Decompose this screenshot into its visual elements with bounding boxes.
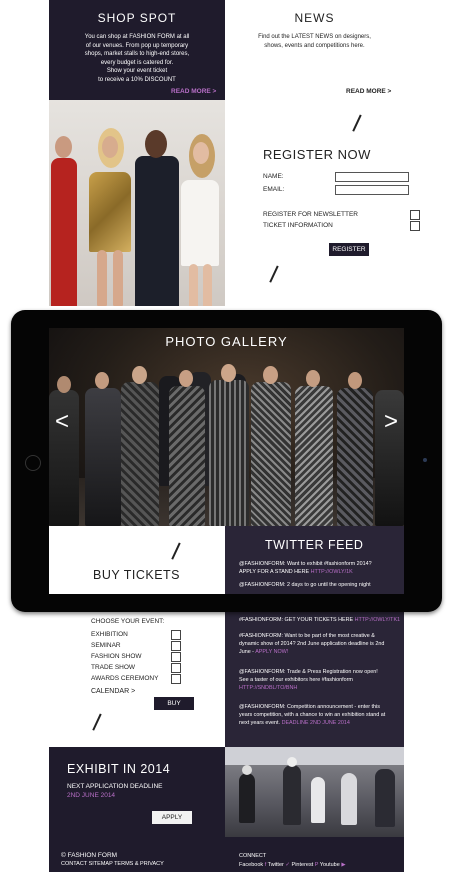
name-label: NAME: <box>263 173 284 180</box>
youtube-link[interactable]: Youtube <box>320 862 340 868</box>
shop-spot-read-more[interactable]: READ MORE > <box>171 88 216 95</box>
event-checkbox-fashion-show[interactable] <box>171 652 181 662</box>
twitter-feed-list: #FASHIONFORM: GET YOUR TICKETS HERE HTTP… <box>225 610 404 747</box>
shop-spot-text: You can shop at FASHION FORM at all of o… <box>84 34 190 83</box>
tablet-frame: PHOTO GALLERY < > BUY TICKETS TWITTER FE… <box>11 310 442 612</box>
tweet: @FASHIONFORM: Trade & Press Registration… <box>239 668 401 692</box>
twitter-feed-title: TWITTER FEED <box>265 538 364 552</box>
event-label-seminar: SEMINAR <box>91 642 121 649</box>
footer: © FASHION FORM CONTACT SITEMAP TERMS & P… <box>49 837 404 872</box>
deadline-label: NEXT APPLICATION DEADLINE <box>67 783 163 790</box>
youtube-icon: ▶ <box>341 862 346 868</box>
divider-slash <box>352 114 362 132</box>
photo-gallery: PHOTO GALLERY < > <box>49 328 404 526</box>
register-panel: REGISTER NOW NAME: EMAIL: REGISTER FOR N… <box>225 100 420 306</box>
ticket-info-checkbox[interactable] <box>410 221 420 231</box>
choose-event-label: CHOOSE YOUR EVENT: <box>91 618 165 625</box>
twitter-feed-panel: TWITTER FEED @FASHIONFORM: Want to exhib… <box>225 526 404 594</box>
gallery-title: PHOTO GALLERY <box>165 334 288 349</box>
ticket-info-label: TICKET INFORMATION <box>263 222 333 229</box>
buy-button[interactable]: BUY <box>154 697 194 710</box>
apply-button[interactable]: APPLY <box>152 811 192 824</box>
event-label-trade-show: TRADE SHOW <box>91 664 136 671</box>
deadline-date: 2ND JUNE 2014 <box>67 792 116 799</box>
footer-links[interactable]: CONTACT SITEMAP TERMS & PRIVACY <box>61 861 164 867</box>
tweet-link[interactable]: APPLY NOW! <box>255 649 288 655</box>
tweet: @FASHIONFORM: Competition announcement -… <box>239 704 386 726</box>
twitter-icon: ✓ <box>285 862 290 868</box>
pinterest-link[interactable]: Pinterest <box>292 862 314 868</box>
register-title: REGISTER NOW <box>263 147 371 162</box>
shop-spot-title: SHOP SPOT <box>97 11 177 25</box>
event-checkbox-seminar[interactable] <box>171 641 181 651</box>
event-label-exhibition: EXHIBITION <box>91 631 128 638</box>
divider-slash <box>92 713 102 731</box>
page-top: SHOP SPOT You can shop at FASHION FORM a… <box>49 0 420 310</box>
event-label-awards: AWARDS CEREMONY <box>91 675 159 682</box>
exhibit-panel: EXHIBIT IN 2014 NEXT APPLICATION DEADLIN… <box>49 747 225 837</box>
tablet-camera <box>423 458 427 462</box>
buy-tickets-title: BUY TICKETS <box>93 568 181 582</box>
facebook-link[interactable]: Facebook <box>239 862 263 868</box>
divider-slash <box>171 542 181 560</box>
calendar-link[interactable]: CALENDAR > <box>91 688 135 695</box>
news-panel: NEWS Find out the LATEST NEWS on designe… <box>225 0 404 100</box>
connect-label: CONNECT <box>239 853 267 859</box>
event-checkbox-awards[interactable] <box>171 674 181 684</box>
facebook-icon: f <box>264 862 267 868</box>
event-checkbox-exhibition[interactable] <box>171 630 181 640</box>
pinterest-icon: P <box>314 862 319 868</box>
tweet: @FASHIONFORM: Want to exhibit #fashionfo… <box>239 561 372 588</box>
event-label-fashion-show: FASHION SHOW <box>91 653 142 660</box>
tablet-screen: PHOTO GALLERY < > BUY TICKETS TWITTER FE… <box>49 328 404 594</box>
exhibition-photo <box>225 747 404 837</box>
home-button[interactable] <box>25 455 41 471</box>
newsletter-checkbox[interactable] <box>410 210 420 220</box>
divider-slash <box>269 265 279 283</box>
news-title: NEWS <box>294 11 335 25</box>
email-field[interactable] <box>335 185 409 195</box>
footer-brand: © FASHION FORM <box>61 852 118 859</box>
news-read-more[interactable]: READ MORE > <box>346 88 391 95</box>
tweet-link[interactable]: HTTP://OWLY/TK1 <box>355 617 400 623</box>
page-bottom: CHOOSE YOUR EVENT: EXHIBITION SEMINAR FA… <box>49 610 404 872</box>
tweet: #FASHIONFORM: GET YOUR TICKETS HERE HTTP… <box>239 617 401 623</box>
email-label: EMAIL: <box>263 186 285 193</box>
social-links: Facebook f Twitter ✓ Pinterest P Youtube… <box>239 862 346 868</box>
name-field[interactable] <box>335 172 409 182</box>
tweet: #FASHIONFORM: Want to be part of the mos… <box>239 633 385 655</box>
gallery-next-arrow[interactable]: > <box>384 408 398 436</box>
tickets-list-panel: CHOOSE YOUR EVENT: EXHIBITION SEMINAR FA… <box>49 610 225 747</box>
event-checkbox-trade-show[interactable] <box>171 663 181 673</box>
buy-tickets-panel: BUY TICKETS <box>49 526 225 594</box>
newsletter-label: REGISTER FOR NEWSLETTER <box>263 211 358 218</box>
models-photo <box>49 100 225 306</box>
tweet-link[interactable]: DEADLINE 2ND JUNE 2014 <box>282 720 350 726</box>
gallery-prev-arrow[interactable]: < <box>55 408 69 436</box>
twitter-link[interactable]: Twitter <box>268 862 284 868</box>
exhibit-title: EXHIBIT IN 2014 <box>67 762 171 776</box>
tweet-link[interactable]: HTTP://SNDBL/TO/BNH <box>239 684 401 692</box>
register-button[interactable]: REGISTER <box>329 243 369 256</box>
shop-spot-panel: SHOP SPOT You can shop at FASHION FORM a… <box>49 0 225 100</box>
news-text: Find out the LATEST NEWS on designers, s… <box>258 34 371 49</box>
tweet-link[interactable]: HTTP://OWLY/1K <box>311 569 353 575</box>
